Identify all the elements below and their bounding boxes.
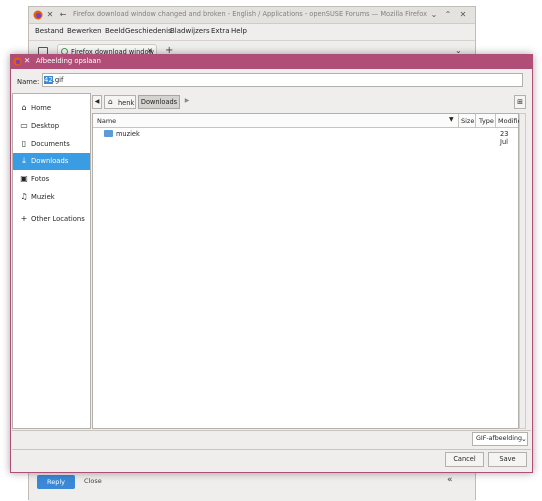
column-name[interactable]: Name [97,117,116,125]
close-icon[interactable]: ✕ [458,10,468,20]
home-icon: ⌂ [21,103,27,112]
column-size[interactable]: Size [461,117,474,125]
menu-bestand[interactable]: Bestand [35,27,64,35]
minimize-icon[interactable]: ⌄ [429,10,439,20]
sidebar-item-label: Desktop [31,122,60,130]
footer-divider [12,449,531,450]
close-link[interactable]: Close [84,477,102,485]
filename-input[interactable] [42,73,523,87]
menu-extra[interactable]: Extra [211,27,229,35]
collapse-icon[interactable]: « [447,475,453,485]
file-list: Name ▼ Size Type Modified muziek 23 Jul [92,113,526,429]
sidebar-item-label: Home [31,104,52,112]
path-home-label: henk [118,99,135,107]
close-window-icon[interactable]: ✕ [45,10,55,20]
menubar: Bestand Bewerken Beeld Geschiedenis Blad… [29,24,475,38]
name-label: Name: [17,78,40,86]
sort-descending-icon[interactable]: ▼ [449,116,454,123]
sidebar-item-downloads[interactable]: ⤓ Downloads [13,153,90,170]
downloads-icon: ⤓ [22,156,26,165]
filetype-select[interactable]: GIF-afbeelding ⌄ [472,432,528,446]
menu-bewerken[interactable]: Bewerken [67,27,102,35]
menu-help[interactable]: Help [231,27,247,35]
firefox-logo-icon [13,57,22,66]
desktop-icon: ▭ [20,121,28,130]
dialog-title: Afbeelding opslaan [36,57,101,65]
filename-text: 42.gif [44,76,63,84]
filetype-value: GIF-afbeelding [476,435,522,442]
filename-selection: 42 [44,76,53,84]
back-arrow-icon[interactable]: ← [58,10,68,20]
sidebar-item-muziek[interactable]: ♫ Muziek [13,189,90,206]
sidebar-item-label: Documents [31,140,70,148]
menu-beeld[interactable]: Beeld [105,27,125,35]
maximize-icon[interactable]: ⌃ [443,10,453,20]
path-bar: ◀ ⌂ henk Downloads ▶ [92,94,522,110]
sidebar-item-fotos[interactable]: ▣ Fotos [13,171,90,188]
sidebar-item-documents[interactable]: ▯ Documents [13,136,90,153]
sidebar-item-label: Fotos [31,175,50,183]
path-forward-button[interactable]: ▶ [182,95,192,109]
sidebar-item-other-locations[interactable]: + Other Locations [13,211,90,228]
list-header: Name ▼ Size Type Modified [93,114,526,128]
window-title: Firefox download window changed and brok… [73,10,427,18]
filename-extension: .gif [52,76,64,84]
menu-geschiedenis[interactable]: Geschiedenis [125,27,172,35]
dialog-body: Name: 42.gif ⌂ Home ▭ Desktop ▯ Document… [11,69,532,472]
reply-button[interactable]: Reply [37,475,75,489]
new-folder-icon: ⊞ [517,98,523,106]
path-downloads-button[interactable]: Downloads [138,95,180,109]
documents-icon: ▯ [21,139,27,148]
path-back-button[interactable]: ◀ [92,95,102,109]
sidebar-item-label: Downloads [31,157,69,165]
table-row[interactable]: muziek 23 Jul [93,128,518,146]
footer-divider [12,430,531,431]
column-type[interactable]: Type [479,117,494,125]
sidebar-item-label: Muziek [31,193,55,201]
column-divider[interactable] [495,114,496,127]
file-name: muziek [116,130,140,138]
sidebar-item-label: Other Locations [31,215,85,223]
dialog-footer: GIF-afbeelding ⌄ Cancel Save [12,430,531,472]
home-icon: ⌂ [108,97,113,106]
file-modified: 23 Jul [500,130,509,146]
menu-bladwijzers[interactable]: Bladwijzers [170,27,210,35]
places-sidebar: ⌂ Home ▭ Desktop ▯ Documents ⤓ Downloads… [12,93,91,429]
save-image-dialog: ✕ Afbeelding opslaan Name: 42.gif ⌂ Home… [10,54,533,473]
sidebar-item-home[interactable]: ⌂ Home [13,100,90,117]
column-divider[interactable] [458,114,459,127]
dialog-close-icon[interactable]: ✕ [24,56,30,65]
folder-icon [104,130,113,137]
column-divider[interactable] [475,114,476,127]
path-home-button[interactable]: ⌂ henk [104,95,136,109]
firefox-titlebar: ✕ ← Firefox download window changed and … [29,7,475,24]
sidebar-item-desktop[interactable]: ▭ Desktop [13,118,90,135]
music-icon: ♫ [20,192,28,201]
cancel-button[interactable]: Cancel [445,452,484,467]
firefox-logo-icon [33,10,43,20]
chevron-down-icon: ⌄ [521,435,527,443]
file-list-scrollbar[interactable] [519,113,526,429]
create-folder-button[interactable]: ⊞ [514,95,526,109]
pictures-icon: ▣ [20,174,28,183]
add-icon: + [20,214,28,223]
dialog-titlebar: ✕ Afbeelding opslaan [10,54,533,69]
save-button[interactable]: Save [488,452,527,467]
